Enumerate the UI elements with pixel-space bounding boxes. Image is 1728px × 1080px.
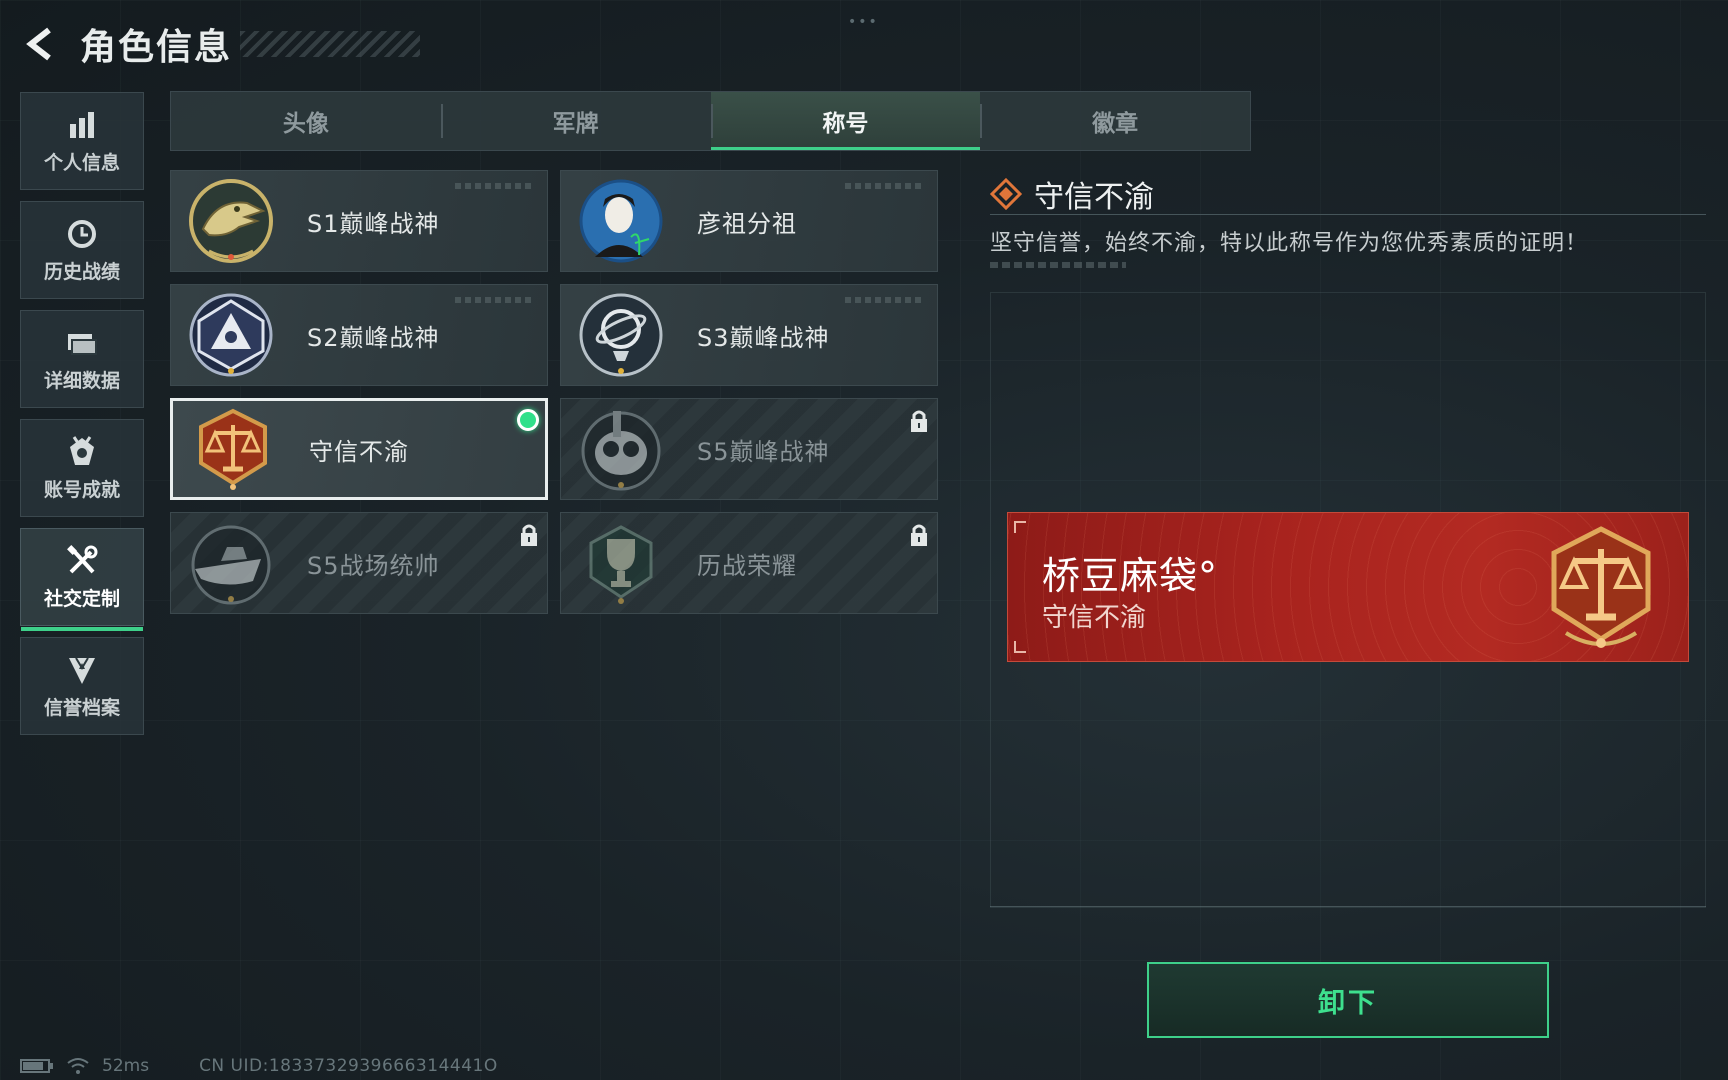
- lock-icon: [911, 410, 927, 432]
- card-decoration: [455, 183, 535, 189]
- sidebar-item-label: 个人信息: [43, 151, 120, 174]
- sidebar-item-label: 社交定制: [43, 587, 120, 610]
- detail-decoration: [990, 262, 1126, 268]
- tab-badge[interactable]: 徽章: [980, 92, 1250, 150]
- page-title: 角色信息: [80, 27, 233, 68]
- title-name: 彦祖分祖: [697, 209, 797, 238]
- title-name: S3巅峰战神: [697, 323, 830, 352]
- unequip-button[interactable]: 卸下: [1147, 962, 1549, 1038]
- title-card-locked[interactable]: S5巅峰战神: [560, 398, 938, 500]
- battery-icon: [20, 1059, 53, 1073]
- title-name: S5战场统帅: [307, 551, 440, 580]
- history-clock-icon: [65, 217, 99, 251]
- title-name: S2巅峰战神: [307, 323, 440, 352]
- divider: [990, 214, 1706, 215]
- title-card[interactable]: 彦祖分祖: [560, 170, 938, 272]
- bar-chart-icon: [65, 108, 99, 142]
- sidebar-item-social-custom[interactable]: 社交定制: [20, 528, 144, 631]
- detail-header: 守信不渝: [990, 172, 1154, 216]
- scales-badge-icon: [1551, 526, 1651, 648]
- equipped-indicator: [517, 409, 539, 431]
- tab-dog-tag[interactable]: 军牌: [440, 92, 711, 150]
- player-name: 桥豆麻袋°: [1042, 554, 1219, 598]
- tools-icon: [65, 544, 99, 578]
- triangle-emblem-badge-icon: [183, 287, 279, 383]
- title-decoration: [240, 31, 421, 57]
- sidebar-item-personal-info[interactable]: 个人信息: [20, 92, 144, 190]
- crocodile-badge-icon: [183, 173, 279, 269]
- tab-avatar[interactable]: 头像: [171, 92, 441, 150]
- tab-title[interactable]: 称号: [710, 92, 981, 150]
- sidebar-item-credit-record[interactable]: 信誉档案: [20, 637, 144, 735]
- sidebar-item-label: 详细数据: [43, 369, 120, 392]
- sidebar: 个人信息 历史战绩 详细数据 账号成就 社交定制 信誉档案: [20, 92, 144, 746]
- sidebar-item-detailed-data[interactable]: 详细数据: [20, 310, 144, 408]
- lock-icon: [521, 524, 537, 546]
- title-name: 守信不渝: [309, 437, 409, 466]
- title-card[interactable]: S1巅峰战神: [170, 170, 548, 272]
- title-name: 历战荣耀: [697, 551, 797, 580]
- category-tabs: 头像 军牌 称号 徽章: [170, 91, 1251, 151]
- title-card-selected[interactable]: 守信不渝: [170, 398, 548, 500]
- banner-corner: [1014, 641, 1026, 653]
- sidebar-item-label: 账号成就: [43, 478, 120, 501]
- credit-shield-icon: [65, 653, 99, 687]
- trophy-badge-icon: [573, 515, 669, 611]
- scales-badge-icon: [185, 401, 281, 497]
- title-card[interactable]: S3巅峰战神: [560, 284, 938, 386]
- card-decoration: [845, 297, 925, 303]
- user-uid: CN UID:1833732939666314441O: [199, 1056, 498, 1076]
- ping-value: 52ms: [102, 1056, 150, 1076]
- detail-description: 坚守信誉，始终不渝，特以此称号作为您优秀素质的证明！: [990, 231, 1589, 256]
- title-preview-banner: 桥豆麻袋° 守信不渝: [1007, 512, 1689, 662]
- divider: [990, 906, 1706, 907]
- status-bar: 52ms CN UID:1833732939666314441O: [20, 1056, 498, 1076]
- diamond-icon: [990, 178, 1022, 210]
- title-name: S5巅峰战神: [697, 437, 830, 466]
- card-decoration: [455, 297, 535, 303]
- wifi-icon: [67, 1058, 89, 1074]
- sidebar-item-label: 信誉档案: [43, 696, 120, 719]
- header: 角色信息: [20, 22, 421, 68]
- gasmask-badge-icon: [573, 401, 669, 497]
- globe-badge-icon: [573, 287, 669, 383]
- detail-title: 守信不渝: [1034, 180, 1154, 215]
- player-title: 守信不渝: [1042, 603, 1147, 633]
- title-name: S1巅峰战神: [307, 209, 440, 238]
- card-decoration: [845, 183, 925, 189]
- title-card-locked[interactable]: 历战荣耀: [560, 512, 938, 614]
- banner-corner: [1014, 521, 1026, 533]
- back-arrow-icon: [26, 27, 51, 61]
- sidebar-item-label: 历史战绩: [43, 260, 120, 283]
- portrait-badge-icon: [573, 173, 669, 269]
- folder-icon: [65, 326, 99, 360]
- sidebar-item-history[interactable]: 历史战绩: [20, 201, 144, 299]
- sidebar-item-achievements[interactable]: 账号成就: [20, 419, 144, 517]
- boat-badge-icon: [183, 515, 279, 611]
- title-card[interactable]: S2巅峰战神: [170, 284, 548, 386]
- drag-handle-dots: •••: [848, 14, 879, 30]
- back-button[interactable]: [20, 22, 64, 66]
- title-card-locked[interactable]: S5战场统帅: [170, 512, 548, 614]
- achievement-icon: [65, 435, 99, 469]
- lock-icon: [911, 524, 927, 546]
